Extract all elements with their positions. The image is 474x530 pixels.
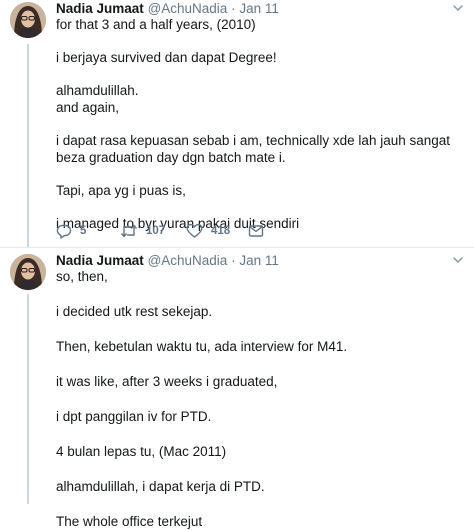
tweet-line: for that 3 and a half years, (2010) [56,17,256,32]
tweet[interactable]: Nadia Jumaat @AchuNadia · Jan 11 so, the… [0,248,474,529]
chevron-down-icon[interactable] [452,254,464,266]
thread-line [27,44,29,247]
direct-message-button[interactable] [248,222,264,240]
tweet[interactable]: Nadia Jumaat @AchuNadia · Jan 11 for tha… [0,0,474,247]
retweet-count: 107 [146,225,166,237]
author-name[interactable]: Nadia Jumaat [56,1,144,16]
like-count: 418 [211,225,231,237]
tweet-line: i berjaya survived dan dapat Degree! [56,50,277,65]
envelope-icon [248,225,264,237]
tweet-line: Then, kebetulan waktu tu, ada interview … [56,339,348,354]
tweet-line: The whole office terkejut [56,514,203,529]
tweet-text: so, then, i decided utk rest sekejap. Th… [56,268,460,530]
tweet-line: i dpt panggilan iv for PTD. [56,409,212,424]
reply-count: 5 [80,225,87,237]
like-button[interactable]: 418 [186,222,230,240]
tweet-text: for that 3 and a half years, (2010) i be… [56,16,460,232]
tweet-line: 4 bulan lepas tu, (Mac 2011) [56,444,227,459]
retweet-icon [120,224,138,238]
tweet-line: i decided utk rest sekejap. [56,304,213,319]
tweet-line: alhamdulillah, i dapat kerja di PTD. [56,479,265,494]
tweet-line: and again, [56,100,120,115]
author-handle[interactable]: @AchuNadia [148,1,228,16]
author-name[interactable]: Nadia Jumaat [56,253,144,268]
separator: · [231,1,236,16]
separator: · [231,253,236,268]
avatar[interactable] [10,2,46,38]
reply-icon [56,224,72,239]
heart-icon [186,223,203,238]
timestamp[interactable]: Jan 11 [239,1,279,16]
tweet-line: i dapat rasa kepuasan sebab i am, techni… [56,133,451,165]
timestamp[interactable]: Jan 11 [239,253,279,268]
retweet-button[interactable]: 107 [120,222,165,240]
tweet-line: so, then, [56,269,108,284]
reply-button[interactable]: 5 [56,222,86,240]
tweet-actions: 5 107 418 [56,222,286,240]
chevron-down-icon[interactable] [452,2,464,14]
tweet-line: Tapi, apa yg i puas is, [56,183,186,198]
thread-line [27,294,29,504]
tweet-line: alhamdulillah. [56,83,139,98]
avatar[interactable] [10,254,46,290]
author-handle[interactable]: @AchuNadia [148,253,228,268]
tweet-line: it was like, after 3 weeks i graduated, [56,374,278,389]
